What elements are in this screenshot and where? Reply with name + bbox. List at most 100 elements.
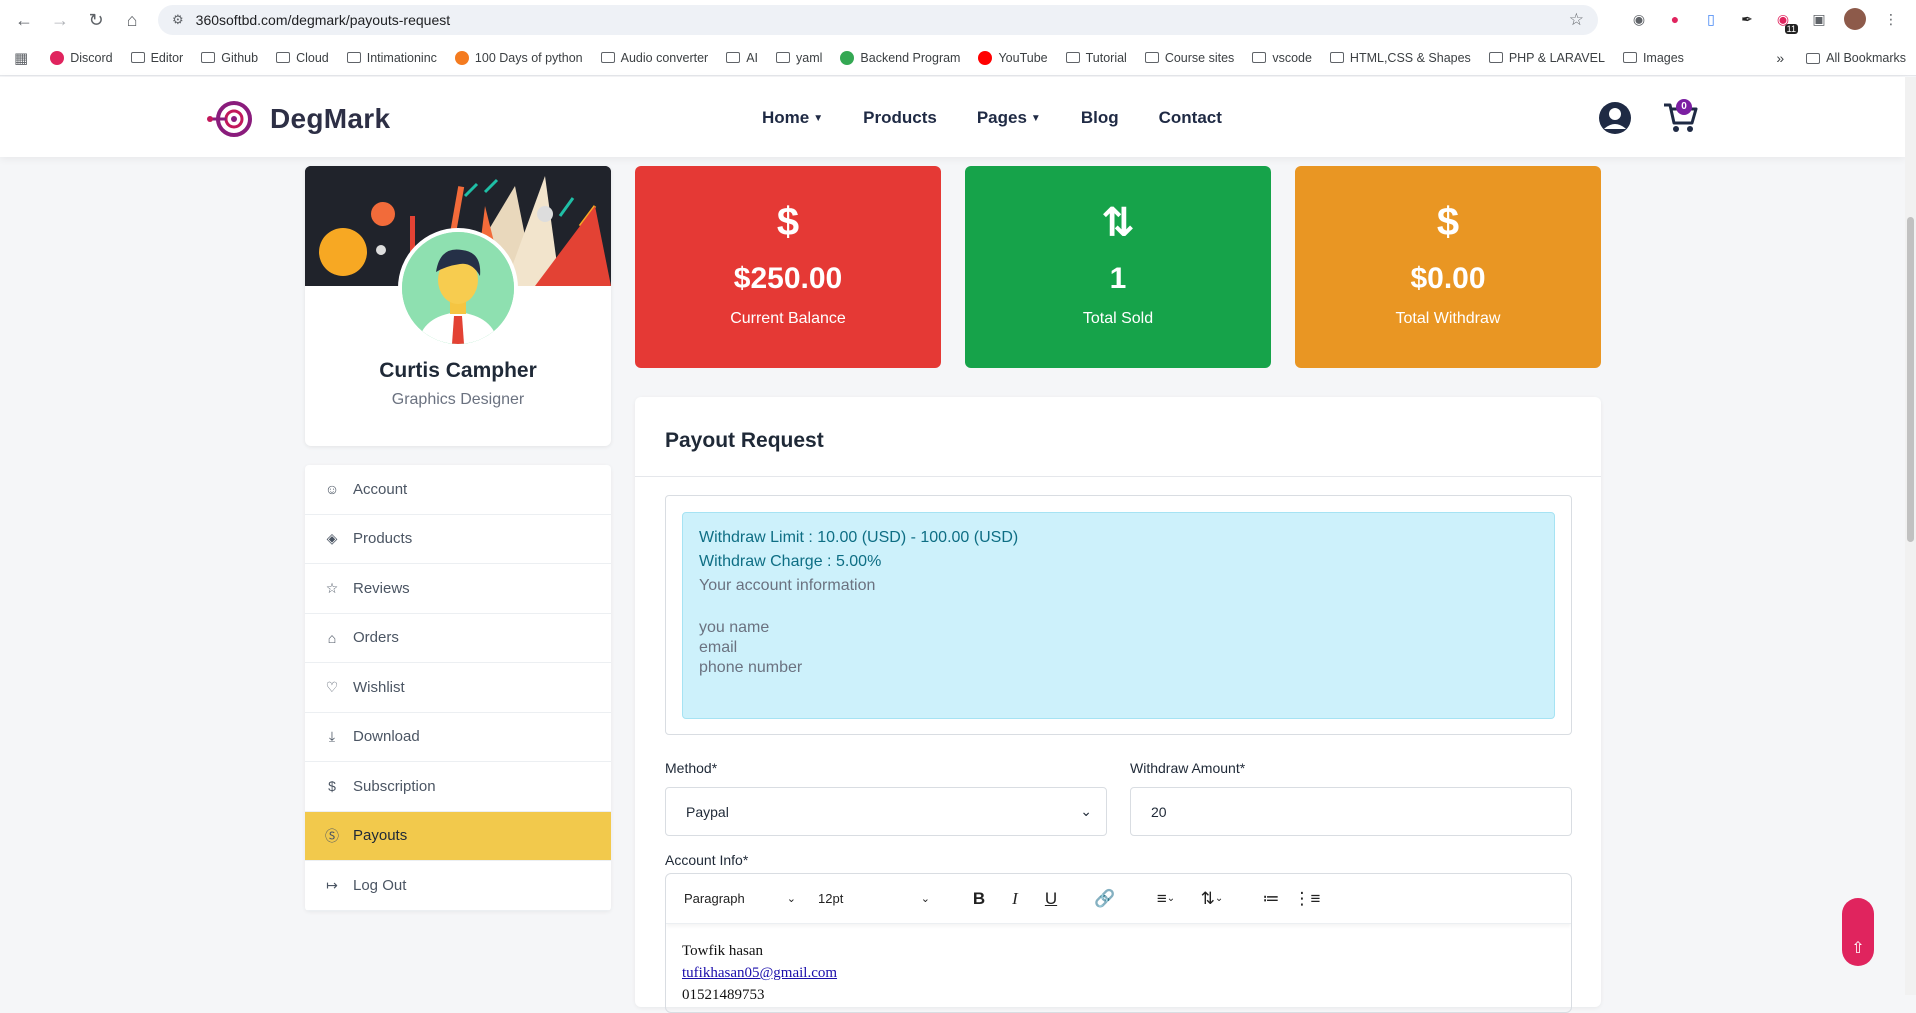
all-bookmarks[interactable]: All Bookmarks [1806,51,1906,65]
account-info-line: email [699,639,738,656]
bookmark-item[interactable]: Audio converter [600,50,709,65]
bookmark-item[interactable]: Images [1622,51,1684,65]
bookmark-label: PHP & LARAVEL [1508,50,1605,65]
stat-card: $ $0.00 Total Withdraw [1295,166,1601,368]
folder-icon [776,52,791,63]
logo[interactable]: DegMark [206,99,390,139]
stat-label: Total Sold [1082,310,1154,327]
puzzle-icon[interactable]: ▣ [1808,8,1830,30]
heart-icon: ♡ [325,678,339,695]
bookmark-item[interactable]: Intimationinc [346,50,437,65]
side-item-products[interactable]: ◈ Products [305,515,611,564]
nav-products[interactable]: Products [863,108,937,128]
logout-icon: ↦ [326,876,338,893]
bookmark-item[interactable]: YouTube [978,50,1048,65]
bookmark-label: Audio converter [620,50,709,65]
numbered-list-icon[interactable]: ≔ [1254,883,1288,915]
side-item-label: Payouts [353,827,408,845]
nav-home[interactable]: Home ▼ [762,108,823,128]
bookmark-item[interactable]: Backend Program [840,50,960,65]
italic-icon[interactable]: I [998,883,1032,915]
eyedropper-icon[interactable]: ✒ [1736,8,1758,30]
bookmark-item[interactable]: AI [726,51,758,65]
scroll-to-top-button[interactable]: ⇧ [1842,898,1874,966]
side-item-subscription[interactable]: $ Subscription [305,762,611,812]
bookmark-item[interactable]: Course sites [1144,50,1235,65]
bookmark-label: Course sites [1164,50,1235,65]
side-item-label: Log Out [353,876,407,894]
bookmark-label: YouTube [998,50,1048,65]
badge-extension-icon[interactable]: ◉ 11 [1772,8,1798,34]
method-value: Paypal [686,803,729,820]
block-format-select[interactable]: Paragraph ⌄ [676,883,804,915]
side-item-reviews[interactable]: ☆ Reviews [305,564,611,614]
bold-icon[interactable]: B [962,883,996,915]
email-link[interactable]: tufikhasan05@gmail.com [682,962,1555,984]
account-info-editor[interactable]: Paragraph ⌄ 12pt ⌄ B I U 🔗 ≡ ⌄ ⇅ ⌄ ≔ ⋮≡ Towf… [665,873,1572,1013]
side-item-orders[interactable]: ⌂ Orders [305,614,611,663]
docs-icon[interactable]: ▯ [1700,8,1722,30]
bookmark-label: Discord [70,50,113,65]
nav-contact[interactable]: Contact [1159,108,1222,128]
dollar-icon: $ [328,778,336,795]
opera-icon[interactable]: ● [1664,8,1686,30]
scrollbar-thumb[interactable] [1907,217,1914,542]
bookmark-label: HTML,CSS & Shapes [1349,50,1471,65]
side-item-label: Reviews [353,579,410,597]
bookmark-item[interactable]: PHP & LARAVEL [1488,50,1605,65]
font-size-select[interactable]: 12pt ⌄ [810,883,938,915]
underline-icon[interactable]: U [1034,883,1068,915]
bookmark-label: Github [221,50,259,65]
side-item-download[interactable]: ⤓ Download [305,713,611,762]
apps-grid-icon[interactable]: ▦ [14,49,28,67]
user-account-icon[interactable] [1598,101,1632,135]
bookmark-item[interactable]: Cloud [276,51,329,65]
bullet-list-icon[interactable]: ⋮≡ [1290,883,1324,915]
stat-label: Current Balance [730,310,846,327]
payout-title: Payout Request [665,429,824,452]
back-icon[interactable]: ← [6,2,42,38]
more-bookmarks-icon[interactable]: » [1776,50,1784,66]
page-scrollbar[interactable] [1905,77,1916,995]
side-item-label: Products [353,530,413,548]
withdraw-amount-label: Withdraw Amount* [1130,760,1246,776]
logo-mark-icon [207,101,252,137]
profile-avatar-icon[interactable] [1844,8,1866,30]
bookmark-item[interactable]: Tutorial [1065,51,1127,65]
align-left-icon[interactable]: ≡ ⌄ [1144,883,1188,915]
bookmark-item[interactable]: yaml [776,51,822,65]
nav-pages[interactable]: Pages ▼ [977,108,1041,128]
withdraw-amount-input[interactable]: 20 [1130,787,1572,836]
menu-kebab-icon[interactable]: ⋮ [1880,8,1902,30]
bookmark-star-icon[interactable]: ☆ [1569,10,1584,30]
side-item-log-out[interactable]: ↦ Log Out [305,861,611,911]
editor-content[interactable]: Towfik hasan tufikhasan05@gmail.com 015214… [666,924,1571,1012]
stat-value: $250.00 [733,262,843,295]
camera-icon[interactable]: ◉ [1628,8,1650,30]
bookmark-label: Intimationinc [366,50,437,65]
bookmark-item[interactable]: Discord [50,50,113,65]
home-icon[interactable]: ⌂ [114,2,150,38]
divider [635,476,1601,477]
link-icon[interactable]: 🔗 [1088,883,1122,915]
bookmark-item[interactable]: 100 Days of python [454,50,583,65]
side-item-payouts[interactable]: Ⓢ Payouts [305,811,611,861]
url-text: 360softbd.com/degmark/payouts-request [195,12,451,28]
bookmark-item[interactable]: Github [201,51,258,65]
forward-icon[interactable]: → [42,2,78,38]
site-info-icon[interactable]: ⚙ [172,12,184,28]
account-info-lines: you name email phone number [699,619,1538,677]
address-bar[interactable]: ⚙ 360softbd.com/degmark/payouts-request … [158,5,1598,35]
reload-icon[interactable]: ↻ [78,2,114,38]
method-select[interactable]: Paypal ⌄ [665,787,1107,836]
side-item-wishlist[interactable]: ♡ Wishlist [305,663,611,713]
favicon-icon [454,50,469,65]
line-height-icon[interactable]: ⇅ ⌄ [1190,883,1234,915]
bookmark-item[interactable]: HTML,CSS & Shapes [1329,50,1471,65]
side-item-account[interactable]: ☺ Account [305,465,611,515]
bookmark-item[interactable]: vscode [1252,51,1312,65]
bookmark-item[interactable]: Editor [130,51,183,65]
nav-blog[interactable]: Blog [1081,108,1119,128]
editor-line: Towfik hasan [682,943,764,959]
folder-icon [276,52,291,63]
